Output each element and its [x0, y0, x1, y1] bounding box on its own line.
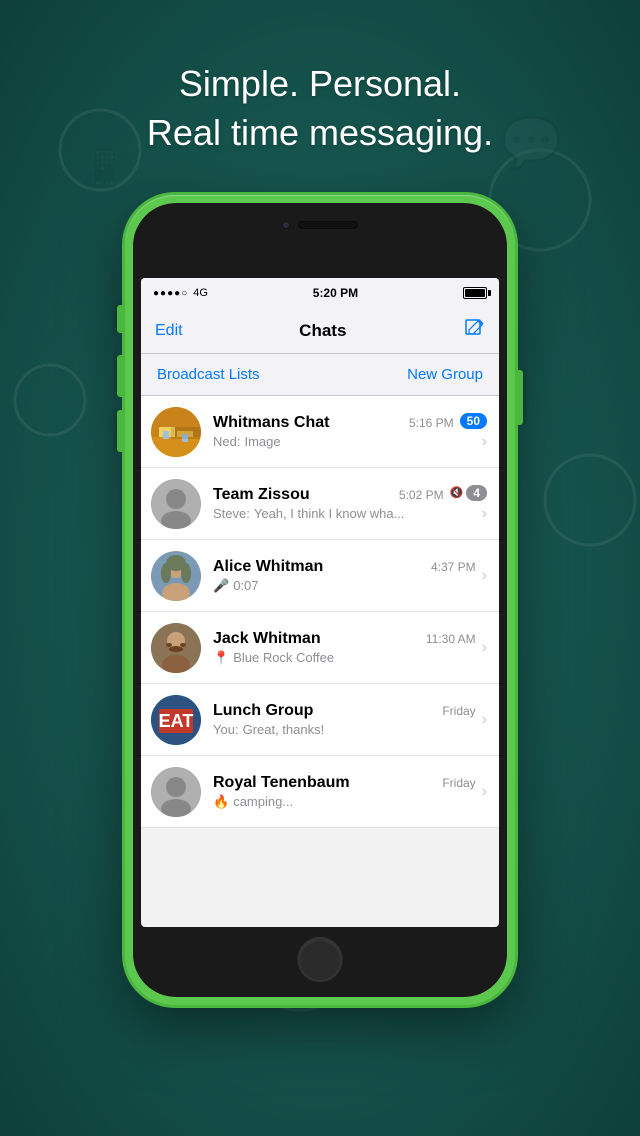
svg-text:EAT: EAT [159, 711, 194, 731]
volume-up-button [117, 355, 125, 397]
chat-time-royal: Friday [442, 776, 475, 790]
chat-preview-jack: Blue Rock Coffee [233, 650, 334, 665]
compose-button[interactable] [463, 317, 485, 345]
compose-icon [463, 317, 485, 339]
nav-title: Chats [299, 321, 346, 341]
new-group-button[interactable]: New Group [407, 366, 483, 383]
chevron-royal: › [482, 783, 487, 801]
phone-shell: ●●●●○ 4G 5:20 PM Edit Chats [125, 195, 515, 1005]
chat-time-whitmans: 5:16 PM [409, 416, 454, 430]
camera-dot [282, 221, 290, 229]
avatar-whitmans [151, 407, 201, 457]
avatar-jack [151, 623, 201, 673]
chat-content-royal: Royal Tenenbaum Friday 🔥 camping... [213, 774, 476, 810]
chat-preview-zissou: Yeah, I think I know wha... [254, 506, 405, 521]
chat-sender-lunch: You: [213, 722, 239, 737]
chat-preview-whitmans: Image [244, 434, 280, 449]
volume-down-button [117, 410, 125, 452]
broadcast-lists-button[interactable]: Broadcast Lists [157, 366, 260, 383]
avatar-zissou [151, 479, 201, 529]
chat-name-lunch: Lunch Group [213, 702, 313, 720]
chat-preview-lunch: Great, thanks! [243, 722, 325, 737]
chat-content-zissou: Team Zissou 5:02 PM Steve: Yeah, I think… [213, 486, 444, 521]
chat-meta-alice: › [482, 567, 487, 585]
chat-item-royal[interactable]: Royal Tenenbaum Friday 🔥 camping... › [141, 756, 499, 828]
tagline-line2: Real time messaging. [0, 109, 640, 158]
battery-icon [463, 287, 487, 299]
signal-dots: ●●●●○ [153, 288, 188, 299]
chat-content-whitmans: Whitmans Chat 5:16 PM Ned: Image [213, 414, 454, 449]
screen: ●●●●○ 4G 5:20 PM Edit Chats [141, 278, 499, 927]
speaker-grille [298, 221, 358, 229]
edit-button[interactable]: Edit [155, 322, 183, 340]
chat-meta-zissou: 🔇 4 › [450, 485, 487, 523]
chat-item-jack[interactable]: Jack Whitman 11:30 AM 📍 Blue Rock Coffee… [141, 612, 499, 684]
chat-meta-royal: › [482, 783, 487, 801]
chat-name-whitmans: Whitmans Chat [213, 414, 329, 432]
phone-inner: ●●●●○ 4G 5:20 PM Edit Chats [133, 203, 507, 997]
status-bar: ●●●●○ 4G 5:20 PM [141, 278, 499, 308]
chat-time-jack: 11:30 AM [426, 632, 476, 646]
camera-area [282, 221, 358, 229]
chat-name-zissou: Team Zissou [213, 486, 310, 504]
chevron-lunch: › [482, 711, 487, 729]
mic-icon-alice: 🎤 [213, 578, 229, 594]
chat-content-jack: Jack Whitman 11:30 AM 📍 Blue Rock Coffee [213, 630, 476, 666]
avatar-lunch: EAT [151, 695, 201, 745]
chat-meta-jack: › [482, 639, 487, 657]
silent-button [117, 305, 125, 333]
battery-fill [465, 289, 485, 297]
chat-item-whitmans[interactable]: Whitmans Chat 5:16 PM Ned: Image 50 › [141, 396, 499, 468]
status-time: 5:20 PM [313, 286, 358, 300]
location-icon-jack: 📍 [213, 650, 229, 666]
chat-sender-zissou: Steve: [213, 506, 250, 521]
chat-time-alice: 4:37 PM [431, 560, 476, 574]
tagline-line1: Simple. Personal. [0, 60, 640, 109]
badge-zissou: 4 [466, 485, 487, 501]
chat-sender-whitmans: Ned: [213, 434, 240, 449]
avatar-royal [151, 767, 201, 817]
battery-indicator [463, 287, 487, 299]
chat-name-jack: Jack Whitman [213, 630, 321, 648]
fire-icon-royal: 🔥 [213, 794, 229, 810]
signal-indicator: ●●●●○ 4G [153, 287, 208, 299]
chat-name-alice: Alice Whitman [213, 558, 323, 576]
network-type: 4G [193, 287, 208, 299]
chat-meta-lunch: › [482, 711, 487, 729]
chat-content-alice: Alice Whitman 4:37 PM 🎤 0:07 [213, 558, 476, 594]
chat-preview-alice: 0:07 [233, 578, 258, 593]
chat-name-royal: Royal Tenenbaum [213, 774, 350, 792]
chat-time-lunch: Friday [442, 704, 475, 718]
action-bar: Broadcast Lists New Group [141, 354, 499, 396]
badge-whitmans: 50 [460, 413, 487, 429]
chat-content-lunch: Lunch Group Friday You: Great, thanks! [213, 702, 476, 737]
chevron-zissou: › [482, 505, 487, 523]
chat-item-lunch[interactable]: EAT Lunch Group Friday You: Great, thank… [141, 684, 499, 756]
chat-time-zissou: 5:02 PM [399, 488, 444, 502]
chevron-alice: › [482, 567, 487, 585]
navigation-bar: Edit Chats [141, 308, 499, 354]
home-button[interactable] [298, 937, 343, 982]
power-button [515, 370, 523, 425]
chevron-jack: › [482, 639, 487, 657]
chat-meta-whitmans: 50 › [460, 413, 487, 451]
chat-item-alice[interactable]: Alice Whitman 4:37 PM 🎤 0:07 › [141, 540, 499, 612]
avatar-alice [151, 551, 201, 601]
chevron-whitmans: › [482, 433, 487, 451]
chat-list: Whitmans Chat 5:16 PM Ned: Image 50 › [141, 396, 499, 927]
tagline: Simple. Personal. Real time messaging. [0, 60, 640, 157]
chat-preview-royal: camping... [233, 794, 293, 809]
mute-icon-zissou: 🔇 [450, 486, 464, 499]
chat-item-zissou[interactable]: Team Zissou 5:02 PM Steve: Yeah, I think… [141, 468, 499, 540]
